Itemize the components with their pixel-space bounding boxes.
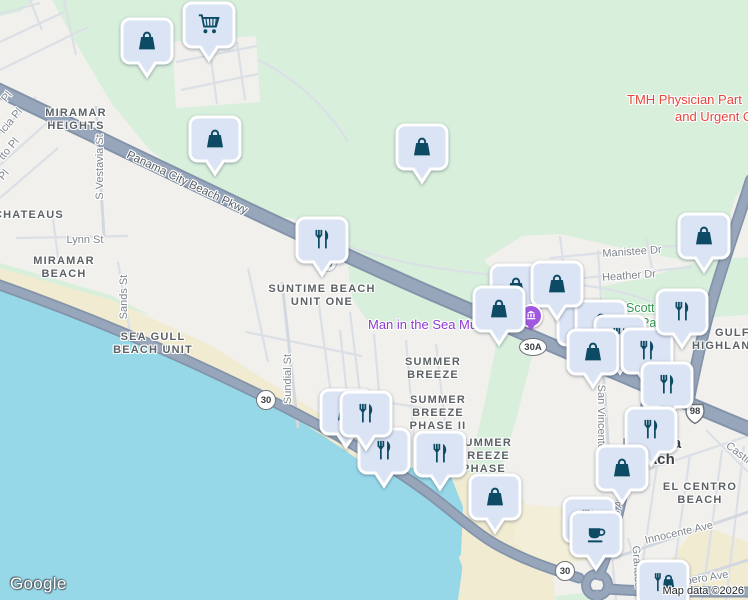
map-canvas[interactable]: MIRAMAR HEIGHTS CHATEAUS MIRAMAR BEACH SEA… [0,0,748,600]
poi-label-tmh-physician-line1: TMH Physician Part [627,92,742,107]
shopping-bag-marker[interactable] [471,284,527,347]
neighborhood-label-sea-gull-beach-unit: SEA GULL BEACH UNIT [113,331,193,356]
street-label-sundial-st: Sundial St [282,353,294,405]
restaurant-marker[interactable] [412,429,468,492]
route-shield-30-west: 30 [256,390,276,410]
shopping-bag-marker[interactable] [676,211,732,274]
map-data-copyright: Map data ©2026 [662,585,745,597]
neighborhood-label-miramar-beach: MIRAMAR BEACH [33,255,95,280]
neighborhood-label-miramar-heights: MIRAMAR HEIGHTS [45,107,107,132]
poi-label-tmh-physician-line2: and Urgent C [675,109,748,124]
street-label-sands-st: Sands St [118,274,130,320]
neighborhood-label-el-centro-beach: EL CENTRO BEACH [662,481,738,506]
google-logo[interactable]: Google [10,574,67,594]
neighborhood-label-summer-breeze-phase-ii: SUMMER BREEZE PHASE II [409,394,467,432]
shopping-bag-marker[interactable] [187,114,243,177]
street-label-lynn-st: Lynn St [66,234,104,246]
shopping-cart-marker[interactable] [181,0,237,63]
restaurant-marker[interactable] [338,389,394,452]
restaurant-marker[interactable] [654,287,710,350]
neighborhood-label-suntime-beach-unit-one: SUNTIME BEACH UNIT ONE [268,283,376,308]
restaurant-marker[interactable] [294,215,350,278]
coffee-marker[interactable] [568,509,624,572]
neighborhood-label-summer-breeze: SUMMER BREEZE [404,356,462,381]
shopping-bag-marker[interactable] [119,16,175,79]
shopping-bag-marker[interactable] [565,327,621,390]
poi-label-man-in-the-sea-museum: Man in the Sea Mu [368,317,478,332]
neighborhood-label-chateaus: CHATEAUS [0,209,64,221]
street-label-s-vestavia-st: S Vestavia St [94,134,106,200]
shopping-bag-marker[interactable] [394,122,450,185]
shopping-bag-marker[interactable] [467,472,523,535]
